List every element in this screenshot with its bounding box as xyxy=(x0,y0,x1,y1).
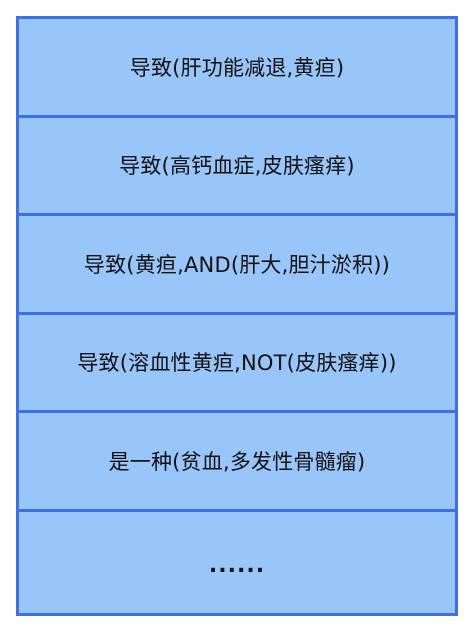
stack-row-5-text: 是一种(贫血,多发性骨髓瘤) xyxy=(108,449,366,474)
stack-row-3-text: 导致(黄疸,AND(肝大,胆汁淤积)) xyxy=(83,252,391,277)
fact-stack: 导致(肝功能减退,黄疸) 导致(高钙血症,皮肤瘙痒) 导致(黄疸,AND(肝大,… xyxy=(16,16,458,616)
stack-row-ellipsis-text: ...... xyxy=(208,552,266,578)
stack-row-4: 导致(溶血性黄疸,NOT(皮肤瘙痒)) xyxy=(19,315,455,413)
stack-row-1-text: 导致(肝功能减退,黄疸) xyxy=(129,55,345,80)
stack-row-ellipsis: ...... xyxy=(19,512,455,614)
stack-row-1: 导致(肝功能减退,黄疸) xyxy=(19,19,455,118)
stack-row-4-text: 导致(溶血性黄疸,NOT(皮肤瘙痒)) xyxy=(77,351,397,376)
stack-row-3: 导致(黄疸,AND(肝大,胆汁淤积)) xyxy=(19,216,455,315)
stack-row-2: 导致(高钙血症,皮肤瘙痒) xyxy=(19,118,455,216)
stack-row-2-text: 导致(高钙血症,皮肤瘙痒) xyxy=(119,154,355,179)
stack-row-5: 是一种(贫血,多发性骨髓瘤) xyxy=(19,413,455,512)
